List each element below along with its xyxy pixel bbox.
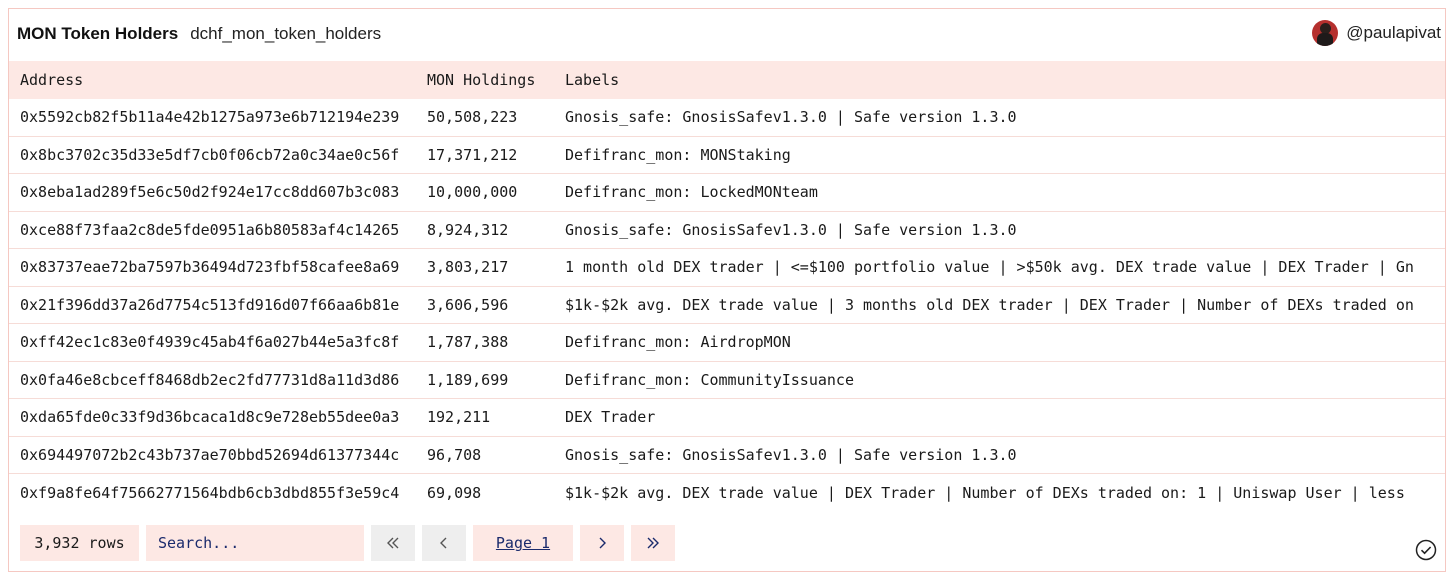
table-row: 0x694497072b2c43b737ae70bbd52694d6137734… <box>9 437 1445 474</box>
holdings-cell: 1,189,699 <box>427 370 509 389</box>
holdings-cell: 50,508,223 <box>427 108 518 127</box>
avatar <box>1312 20 1339 46</box>
table-row: 0x83737eae72ba7597b36494d723fbf58cafee8a… <box>9 249 1445 287</box>
holdings-cell: 8,924,312 <box>427 220 509 239</box>
chevron-right-icon <box>599 537 606 549</box>
address-cell: 0x8bc3702c35d33e5df7cb0f06cb72a0c34ae0c5… <box>20 145 400 164</box>
first-page-button[interactable] <box>371 525 415 561</box>
table-row: 0x8bc3702c35d33e5df7cb0f06cb72a0c34ae0c5… <box>9 137 1445 174</box>
table-row: 0xff42ec1c83e0f4939c45ab4f6a027b44e5a3fc… <box>9 324 1445 362</box>
column-header-address[interactable]: Address <box>9 71 427 89</box>
address-cell: 0x5592cb82f5b11a4e42b1275a973e6b712194e2… <box>20 108 400 127</box>
address-cell: 0x694497072b2c43b737ae70bbd52694d6137734… <box>20 445 400 464</box>
labels-cell: $1k-$2k avg. DEX trade value | DEX Trade… <box>565 483 1405 502</box>
double-chevron-right-icon <box>647 537 659 549</box>
panel-header: MON Token Holders dchf_mon_token_holders… <box>9 9 1445 59</box>
table-row: 0xda65fde0c33f9d36bcaca1d8c9e728eb55dee0… <box>9 399 1445 437</box>
panel-title: MON Token Holders <box>17 24 179 43</box>
last-page-button[interactable] <box>631 525 675 561</box>
holdings-cell: 17,371,212 <box>427 145 518 164</box>
labels-cell: Defifranc_mon: AirdropMON <box>565 333 791 352</box>
labels-cell: 1 month old DEX trader | <=$100 portfoli… <box>565 258 1414 277</box>
prev-page-button[interactable] <box>422 525 466 561</box>
table-row: 0x8eba1ad289f5e6c50d2f924e17cc8dd607b3c0… <box>9 174 1445 212</box>
query-results-panel: MON Token Holders dchf_mon_token_holders… <box>8 8 1446 572</box>
address-cell: 0x0fa46e8cbceff8468db2ec2fd77731d8a11d3d… <box>20 370 400 389</box>
address-cell: 0xce88f73faa2c8de5fde0951a6b80583af4c142… <box>20 220 400 239</box>
labels-cell: Gnosis_safe: GnosisSafev1.3.0 | Safe ver… <box>565 108 1017 127</box>
holdings-cell: 69,098 <box>427 483 482 502</box>
table-row: 0x0fa46e8cbceff8468db2ec2fd77731d8a11d3d… <box>9 362 1445 399</box>
address-cell: 0x83737eae72ba7597b36494d723fbf58cafee8a… <box>20 258 400 277</box>
row-count: 3,932 rows <box>20 525 139 561</box>
address-cell: 0xf9a8fe64f75662771564bdb6cb3dbd855f3e59… <box>20 483 400 502</box>
labels-cell: $1k-$2k avg. DEX trade value | 3 months … <box>565 295 1414 314</box>
holdings-cell: 1,787,388 <box>427 333 509 352</box>
column-header-labels[interactable]: Labels <box>565 71 1445 89</box>
holdings-cell: 3,606,596 <box>427 295 509 314</box>
address-cell: 0x8eba1ad289f5e6c50d2f924e17cc8dd607b3c0… <box>20 183 400 202</box>
page-label[interactable]: Page 1 <box>496 534 550 552</box>
table-header: Address MON Holdings Labels <box>9 61 1445 99</box>
query-name: dchf_mon_token_holders <box>190 24 382 43</box>
table-row: 0x21f396dd37a26d7754c513fd916d07f66aa6b8… <box>9 287 1445 324</box>
holdings-cell: 96,708 <box>427 445 482 464</box>
address-cell: 0xff42ec1c83e0f4939c45ab4f6a027b44e5a3fc… <box>20 333 400 352</box>
username: @paulapivat <box>1346 23 1441 42</box>
address-cell: 0xda65fde0c33f9d36bcaca1d8c9e728eb55dee0… <box>20 408 400 427</box>
results-table: Address MON Holdings Labels 0x5592cb82f5… <box>9 61 1445 512</box>
table-footer: 3,932 rows Page 1 <box>9 525 1445 563</box>
labels-cell: Gnosis_safe: GnosisSafev1.3.0 | Safe ver… <box>565 220 1017 239</box>
user-badge[interactable]: @paulapivat <box>1312 20 1441 46</box>
labels-cell: Gnosis_safe: GnosisSafev1.3.0 | Safe ver… <box>565 445 1017 464</box>
next-page-button[interactable] <box>580 525 624 561</box>
labels-cell: Defifranc_mon: MONStaking <box>565 145 791 164</box>
address-cell: 0x21f396dd37a26d7754c513fd916d07f66aa6b8… <box>20 295 400 314</box>
holdings-cell: 10,000,000 <box>427 183 518 202</box>
table-row: 0xce88f73faa2c8de5fde0951a6b80583af4c142… <box>9 212 1445 249</box>
page-indicator[interactable]: Page 1 <box>473 525 573 561</box>
holdings-cell: 3,803,217 <box>427 258 509 277</box>
search-input[interactable] <box>146 525 364 561</box>
labels-cell: Defifranc_mon: CommunityIssuance <box>565 370 854 389</box>
column-header-holdings[interactable]: MON Holdings <box>427 71 565 89</box>
table-row: 0x5592cb82f5b11a4e42b1275a973e6b712194e2… <box>9 99 1445 137</box>
holdings-cell: 192,211 <box>427 408 491 427</box>
double-chevron-left-icon <box>387 537 399 549</box>
labels-cell: Defifranc_mon: LockedMONteam <box>565 183 818 202</box>
check-circle-icon <box>1415 539 1437 561</box>
labels-cell: DEX Trader <box>565 408 656 427</box>
chevron-left-icon <box>440 537 447 549</box>
table-row: 0xf9a8fe64f75662771564bdb6cb3dbd855f3e59… <box>9 474 1445 512</box>
